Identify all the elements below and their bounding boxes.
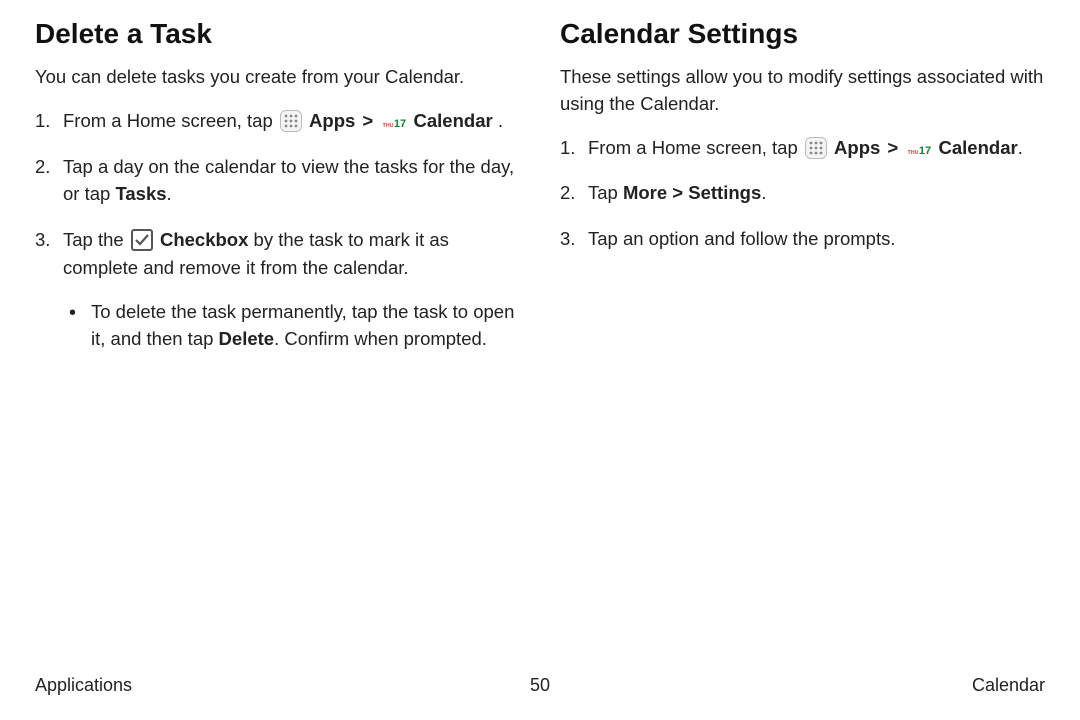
delete-label: Delete [219, 328, 275, 349]
text: . Confirm when prompted. [274, 328, 487, 349]
calendar-icon-dow: THU [383, 123, 394, 129]
text: From a Home screen, tap [588, 137, 803, 158]
calendar-icon: THU17 [907, 137, 931, 159]
intro-delete-task: You can delete tasks you create from you… [35, 64, 520, 91]
footer-left: Applications [35, 675, 132, 696]
calendar-icon-num: 17 [394, 118, 406, 130]
footer-page-number: 50 [530, 675, 550, 696]
step-2: Tap a day on the calendar to view the ta… [63, 153, 520, 209]
left-column: Delete a Task You can delete tasks you c… [35, 18, 520, 371]
settings-label: Settings [688, 182, 761, 203]
text: . [1018, 137, 1023, 158]
apps-icon [805, 137, 827, 159]
calendar-label: Calendar [414, 110, 498, 131]
chevron-text: > [667, 182, 688, 203]
more-label: More [623, 182, 667, 203]
text: . [498, 110, 503, 131]
step-3: Tap the Checkbox by the task to mark it … [63, 226, 520, 353]
apps-icon [280, 110, 302, 132]
substeps: To delete the task permanently, tap the … [63, 298, 520, 354]
intro-calendar-settings: These settings allow you to modify setti… [560, 64, 1045, 118]
page-footer: Applications 50 Calendar [35, 675, 1045, 696]
chevron-icon: > [885, 137, 900, 158]
tasks-label: Tasks [115, 183, 166, 204]
steps-delete-task: From a Home screen, tap Apps > THU17 Cal… [35, 107, 520, 353]
text: Tap [588, 182, 623, 203]
text: . [167, 183, 172, 204]
calendar-icon-dow: THU [908, 150, 919, 156]
checkbox-icon [131, 229, 153, 251]
calendar-icon-num: 17 [919, 145, 931, 157]
chevron-icon: > [360, 110, 375, 131]
calendar-label: Calendar [939, 137, 1018, 158]
step-1: From a Home screen, tap Apps > THU17 Cal… [63, 107, 520, 135]
apps-label: Apps [309, 110, 355, 131]
substep-1: To delete the task permanently, tap the … [91, 298, 520, 354]
text: Tap the [63, 229, 129, 250]
right-column: Calendar Settings These settings allow y… [560, 18, 1045, 371]
text: . [761, 182, 766, 203]
heading-calendar-settings: Calendar Settings [560, 18, 1045, 50]
step-2: Tap More > Settings. [588, 179, 1045, 207]
heading-delete-task: Delete a Task [35, 18, 520, 50]
steps-calendar-settings: From a Home screen, tap Apps > THU17 Cal… [560, 134, 1045, 253]
step-1: From a Home screen, tap Apps > THU17 Cal… [588, 134, 1045, 162]
footer-right: Calendar [972, 675, 1045, 696]
step-3: Tap an option and follow the prompts. [588, 225, 1045, 253]
calendar-icon: THU17 [382, 110, 406, 132]
checkbox-label: Checkbox [160, 229, 248, 250]
text: From a Home screen, tap [63, 110, 278, 131]
apps-label: Apps [834, 137, 880, 158]
